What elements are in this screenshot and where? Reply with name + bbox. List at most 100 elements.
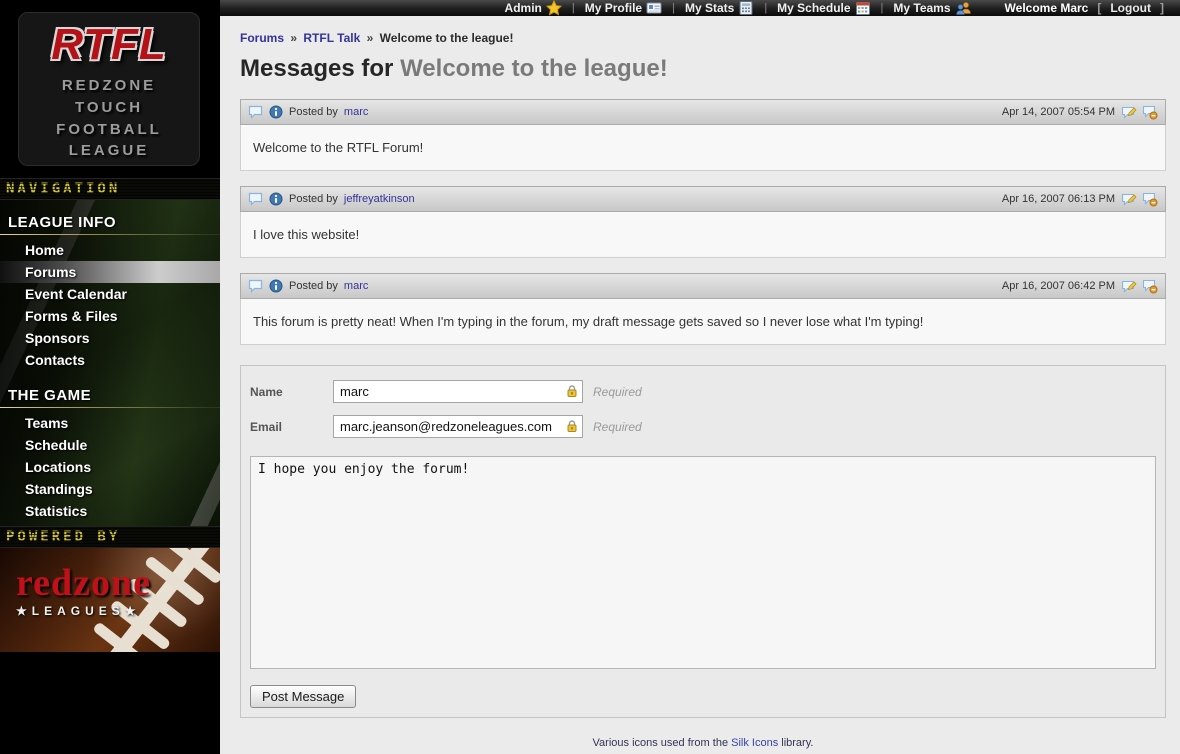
message-actions [1121,105,1158,120]
sidebar-item-schedule[interactable]: Schedule [0,434,220,456]
heading-rule [0,407,220,408]
forum-message: Posted by marc Apr 16, 2007 06:42 PM Thi… [240,273,1166,345]
post-message-button[interactable]: Post Message [250,685,356,708]
message-actions [1121,279,1158,294]
comment-delete-icon[interactable] [1142,192,1158,207]
rtfl-logo-initials: RTFL [19,23,199,67]
email-row: Email Required [250,415,1156,438]
comment-edit-icon[interactable] [1121,192,1137,207]
comment-icon [248,105,263,119]
name-input[interactable] [340,384,565,399]
required-label: Required [593,385,642,399]
calculator-icon [738,0,754,16]
topbar-item-my-profile[interactable]: My Profile [585,0,662,16]
topbar-separator: | [761,2,770,14]
comment-delete-icon[interactable] [1142,279,1158,294]
topbar-item-label: Admin [505,1,542,15]
vcard-icon [646,0,662,16]
sidebar-item-locations[interactable]: Locations [0,456,220,478]
lock-icon [565,419,579,434]
comment-edit-icon[interactable] [1121,105,1137,120]
comment-delete-icon[interactable] [1142,105,1158,120]
page-footer: Various icons used from the Silk Icons l… [240,737,1166,754]
footer-text: library. [778,737,813,749]
posted-by-label: Posted by [289,106,338,118]
topbar-item-label: My Schedule [777,1,850,15]
message-author-link[interactable]: marc [344,280,368,292]
info-icon[interactable] [269,279,283,293]
logo-line: LEAGUE [19,140,199,162]
sidebar-item-forums[interactable]: Forums [0,261,220,283]
breadcrumb-current: Welcome to the league! [380,31,514,45]
welcome-text: Welcome Marc [1005,1,1089,15]
email-label: Email [250,420,333,434]
email-input-wrap [333,415,583,438]
sidebar-item-standings[interactable]: Standings [0,478,220,500]
message-actions [1121,192,1158,207]
topbar-item-admin[interactable]: Admin [505,0,562,16]
required-label: Required [593,420,642,434]
topbar-item-label: My Teams [893,1,950,15]
sidebar-item-forms-files[interactable]: Forms & Files [0,305,220,327]
page-title-topic: Welcome to the league! [400,55,668,82]
logo-line: FOOTBALL [19,119,199,141]
message-author-link[interactable]: marc [344,106,368,118]
app-root: RTFL REDZONE TOUCH FOOTBALL LEAGUE NAVIG… [0,0,1180,754]
message-body: I love this website! [240,212,1166,258]
sidebar-item-teams[interactable]: Teams [0,412,220,434]
topbar-item-label: My Profile [585,1,642,15]
message-header: Posted by marc Apr 16, 2007 06:42 PM [240,273,1166,299]
footer-text: Various icons used from the [593,737,732,749]
lock-icon [565,384,579,399]
sidebar-item-statistics[interactable]: Statistics [0,500,220,522]
breadcrumb-forums-link[interactable]: Forums [240,31,284,45]
topbar-item-my-schedule[interactable]: My Schedule [777,0,870,16]
info-icon[interactable] [269,105,283,119]
logout-link[interactable]: Logout [1110,1,1151,15]
the-game-section: THE GAME Teams Schedule Locations Standi… [0,383,220,522]
comment-edit-icon[interactable] [1121,279,1137,294]
sidebar-menu: LEAGUE INFO Home Forums Event Calendar F… [0,200,220,526]
forum-message: Posted by jeffreyatkinson Apr 16, 2007 0… [240,186,1166,258]
sidebar-item-event-calendar[interactable]: Event Calendar [0,283,220,305]
comment-icon [248,192,263,206]
silk-icons-link[interactable]: Silk Icons [731,737,778,749]
redzone-logo-sub: ★LEAGUES★ [16,604,151,618]
redzone-leagues-logo[interactable]: redzone ★LEAGUES★ [16,566,151,618]
topbar-item-my-stats[interactable]: My Stats [685,0,754,16]
footer-credits-icons: Various icons used from the Silk Icons l… [240,737,1166,749]
heading-rule [0,234,220,235]
rtfl-logo-lines: REDZONE TOUCH FOOTBALL LEAGUE [19,75,199,162]
rtfl-logo[interactable]: RTFL REDZONE TOUCH FOOTBALL LEAGUE [18,12,200,166]
topbar: Admin | My Profile | My Stats | My Sched… [220,0,1180,16]
sidebar-item-contacts[interactable]: Contacts [0,349,220,371]
message-author-link[interactable]: jeffreyatkinson [344,193,415,205]
league-logo-area: RTFL REDZONE TOUCH FOOTBALL LEAGUE [0,0,220,178]
topbar-item-label: My Stats [685,1,734,15]
powered-by-logo-area: redzone ★LEAGUES★ [0,548,220,652]
posted-by-label: Posted by [289,193,338,205]
group-icon [955,0,972,16]
breadcrumb-rtfl-talk-link[interactable]: RTFL Talk [303,31,360,45]
posted-by-label: Posted by [289,280,338,292]
sidebar-item-sponsors[interactable]: Sponsors [0,327,220,349]
sidebar-item-home[interactable]: Home [0,239,220,261]
redzone-logo-name: redzone [16,566,151,600]
calendar-icon [855,0,871,16]
email-input[interactable] [340,419,565,434]
logout-bracket-right: ] [1160,1,1164,15]
star-icon [546,0,562,16]
topbar-item-my-teams[interactable]: My Teams [893,0,971,16]
message-header: Posted by marc Apr 14, 2007 05:54 PM [240,99,1166,125]
message-textarea[interactable]: I hope you enjoy the forum! [250,456,1156,669]
name-input-wrap [333,380,583,403]
league-info-heading: LEAGUE INFO [0,210,220,234]
breadcrumb-separator: » [287,31,300,45]
navigation-led-label: NAVIGATION [6,181,120,197]
powered-by-led-bar: POWERED BY [0,526,220,548]
breadcrumb: Forums » RTFL Talk » Welcome to the leag… [240,31,1166,45]
logout-bracket-left: [ [1097,1,1101,15]
message-body: Welcome to the RTFL Forum! [240,125,1166,171]
info-icon[interactable] [269,192,283,206]
message-header: Posted by jeffreyatkinson Apr 16, 2007 0… [240,186,1166,212]
